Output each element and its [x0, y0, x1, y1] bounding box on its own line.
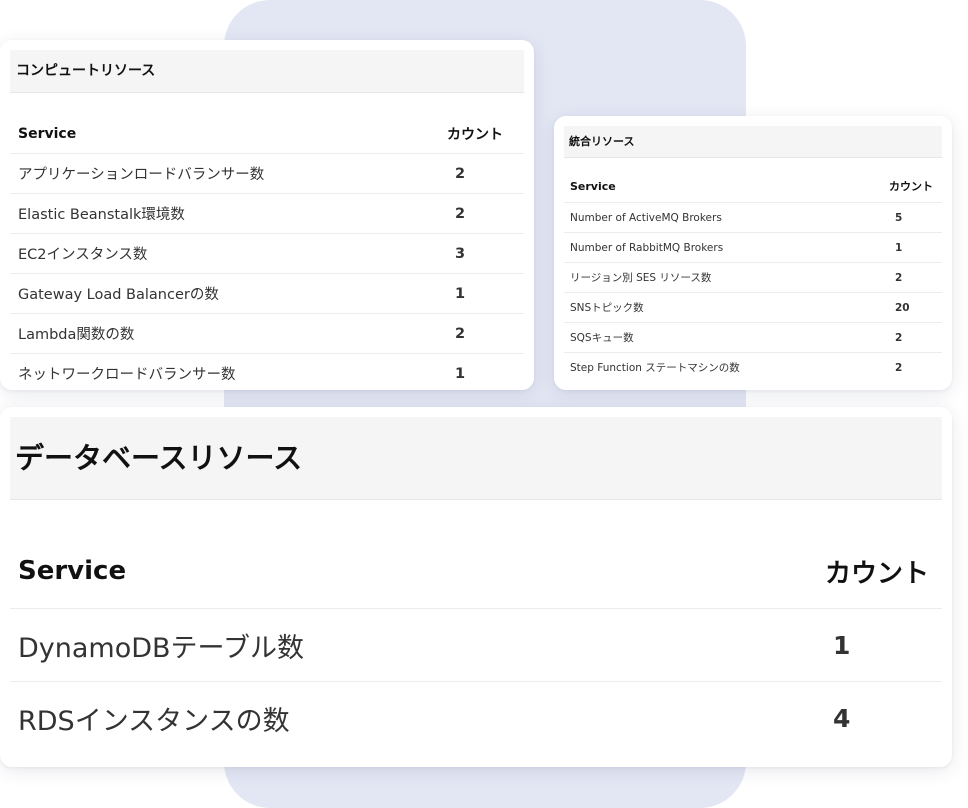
count-cell: 1	[833, 630, 851, 660]
table-row: EC2インスタンス数 3	[10, 233, 524, 274]
count-cell: 3	[455, 245, 466, 262]
compute-table: Service カウント アプリケーションロードバランサー数 2 Elastic…	[10, 115, 524, 390]
count-cell: 2	[455, 205, 466, 222]
service-cell: リージョン別 SES リソース数	[570, 272, 712, 284]
service-cell: DynamoDBテーブル数	[18, 632, 304, 664]
count-cell: 1	[455, 285, 466, 302]
count-cell: 2	[895, 331, 903, 344]
service-cell: Number of ActiveMQ Brokers	[570, 211, 722, 224]
database-table: Service カウント DynamoDBテーブル数 1 RDSインスタンスの数…	[10, 534, 942, 754]
database-resources-card: データベースリソース Service カウント DynamoDBテーブル数 1 …	[0, 407, 952, 767]
count-cell: 2	[455, 325, 466, 342]
count-cell: 5	[895, 211, 903, 224]
count-column-header: カウント	[889, 180, 933, 193]
service-cell: Step Function ステートマシンの数	[570, 362, 740, 374]
integration-resources-card: 統合リソース Service カウント Number of ActiveMQ B…	[554, 116, 952, 390]
service-cell: SQSキュー数	[570, 332, 634, 344]
service-cell: アプリケーションロードバランサー数	[18, 167, 265, 183]
table-row: Gateway Load Balancerの数 1	[10, 273, 524, 314]
service-cell: Gateway Load Balancerの数	[18, 287, 219, 303]
service-column-header: Service	[18, 126, 77, 142]
count-column-header: カウント	[825, 558, 930, 589]
table-row: SNSトピック数 20	[564, 292, 942, 323]
table-header-row: Service カウント	[10, 115, 524, 154]
table-row: Number of RabbitMQ Brokers 1	[564, 232, 942, 263]
table-row: RDSインスタンスの数 4	[10, 681, 942, 755]
count-cell: 4	[833, 703, 851, 733]
table-row: ネットワークロードバランサー数 1	[10, 353, 524, 391]
table-row: Lambda関数の数 2	[10, 313, 524, 354]
service-cell: SNSトピック数	[570, 302, 644, 314]
table-row: Elastic Beanstalk環境数 2	[10, 193, 524, 234]
table-row: リージョン別 SES リソース数 2	[564, 262, 942, 293]
count-cell: 1	[455, 365, 466, 382]
table-header-row: Service カウント	[10, 534, 942, 609]
service-cell: Lambda関数の数	[18, 327, 135, 343]
count-cell: 2	[455, 165, 466, 182]
count-cell: 1	[895, 241, 903, 254]
service-column-header: Service	[18, 556, 127, 586]
count-cell: 20	[895, 301, 910, 314]
compute-card-title: コンピュートリソース	[10, 50, 524, 93]
table-header-row: Service カウント	[564, 170, 942, 203]
integration-table: Service カウント Number of ActiveMQ Brokers …	[564, 170, 942, 382]
database-card-title: データベースリソース	[10, 417, 942, 500]
table-row: SQSキュー数 2	[564, 322, 942, 353]
compute-resources-card: コンピュートリソース Service カウント アプリケーションロードバランサー…	[0, 40, 534, 390]
table-row: DynamoDBテーブル数 1	[10, 608, 942, 682]
service-cell: Number of RabbitMQ Brokers	[570, 241, 724, 254]
count-cell: 2	[895, 271, 903, 284]
service-cell: RDSインスタンスの数	[18, 705, 290, 737]
service-cell: Elastic Beanstalk環境数	[18, 207, 185, 223]
service-cell: ネットワークロードバランサー数	[18, 367, 236, 383]
integration-card-title: 統合リソース	[564, 126, 942, 158]
table-row: Step Function ステートマシンの数 2	[564, 352, 942, 383]
service-column-header: Service	[570, 179, 616, 193]
table-row: アプリケーションロードバランサー数 2	[10, 153, 524, 194]
service-cell: EC2インスタンス数	[18, 247, 148, 263]
table-row: Number of ActiveMQ Brokers 5	[564, 202, 942, 233]
count-cell: 2	[895, 361, 903, 374]
count-column-header: カウント	[447, 127, 503, 143]
